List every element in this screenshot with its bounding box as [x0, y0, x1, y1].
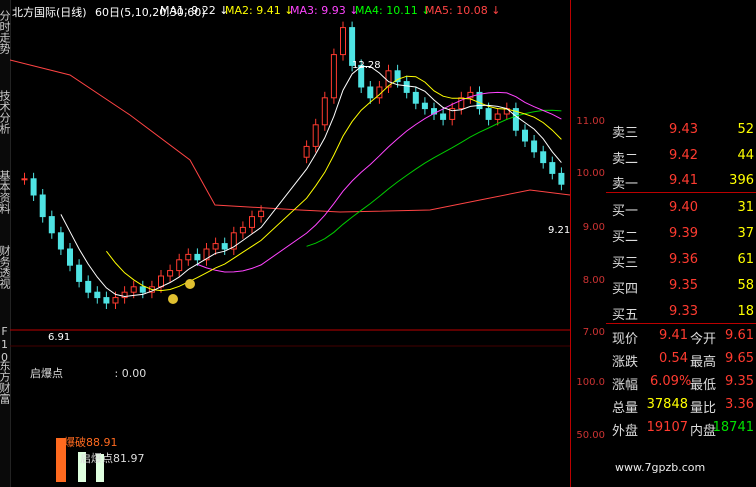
- candle: [112, 297, 119, 304]
- ma5-line: [10, 59, 570, 213]
- candle: [312, 124, 319, 147]
- indicator-value: : 0.00: [114, 367, 147, 380]
- candle: [403, 81, 410, 93]
- signal-marker: [168, 294, 178, 304]
- candle: [48, 216, 55, 234]
- candle: [412, 91, 419, 104]
- candle: [485, 108, 492, 120]
- price-tick: 7.00: [582, 327, 605, 338]
- buy-row-5[interactable]: 买五 9.33 18: [606, 304, 756, 330]
- tab-eastmoney[interactable]: 东方财富: [0, 360, 11, 404]
- candle: [258, 210, 265, 218]
- candle: [158, 275, 164, 288]
- candle: [176, 259, 183, 272]
- candle: [340, 27, 346, 56]
- kline-chart[interactable]: 12.28 6.91 9.21 爆破88.91 启爆点81.97: [10, 0, 570, 487]
- candle: [330, 54, 337, 99]
- ma2-line: [106, 75, 562, 292]
- ma1-line: [60, 66, 562, 298]
- candle: [21, 178, 28, 181]
- buy-row-4[interactable]: 买四 9.35 58: [606, 278, 756, 304]
- candle: [531, 140, 538, 153]
- candle: [221, 243, 228, 250]
- candle: [421, 102, 428, 110]
- quote-panel: 卖三 9.43 52 卖二 9.42 44 卖一 9.41 396 买一 9.4…: [606, 108, 756, 487]
- indicator-name: 启爆点: [30, 367, 63, 380]
- candle: [30, 178, 37, 196]
- price-tick: 11.00: [576, 116, 605, 127]
- tab-financial[interactable]: 财务透视: [0, 245, 11, 289]
- candle: [558, 172, 565, 185]
- quote-row-outer: 外盘 19107 内盘 18741: [612, 420, 754, 438]
- sell-row-3[interactable]: 卖三 9.43 52: [606, 122, 756, 148]
- candle: [540, 151, 547, 164]
- last-annotation: 9.21: [548, 225, 570, 236]
- candle: [321, 97, 328, 126]
- indicator-tick: 50.00: [576, 430, 605, 441]
- candle: [185, 253, 192, 261]
- candle: [76, 264, 83, 282]
- sell-row-2[interactable]: 卖二 9.42 44: [606, 148, 756, 174]
- indicator-title: 启爆点 : 0.00: [30, 365, 146, 381]
- chart-area: 北方国际(日线) 60日(5,10,20,30,60) MA1: 9.22 ↓ …: [10, 0, 570, 487]
- candle: [139, 286, 146, 293]
- indicator-tick: 100.0: [576, 377, 605, 388]
- price-axis: 11.00 10.00 9.00 8.00 7.00 100.0 50.00: [570, 0, 607, 487]
- tab-f10[interactable]: F10: [0, 325, 11, 364]
- signal-marker: [185, 279, 195, 289]
- candle: [549, 162, 556, 174]
- candle: [94, 291, 101, 299]
- candle: [522, 129, 528, 142]
- orderbook-divider: [606, 192, 756, 193]
- candles: [21, 21, 565, 309]
- tab-intraday[interactable]: 分时走势: [0, 10, 11, 54]
- indicator-label: 启爆点81.97: [80, 451, 145, 465]
- candle: [85, 280, 92, 293]
- candle: [249, 216, 255, 228]
- candle: [103, 297, 110, 304]
- high-annotation: 12.28: [352, 60, 381, 71]
- candle: [494, 113, 501, 120]
- quote-divider: [606, 323, 756, 324]
- buy-row-1[interactable]: 买一 9.40 31: [606, 200, 756, 226]
- candle: [194, 253, 201, 261]
- sell-row-1[interactable]: 卖一 9.41 396: [606, 173, 756, 199]
- candle: [303, 145, 310, 158]
- candle: [67, 248, 73, 266]
- candle: [167, 270, 174, 277]
- candle: [440, 113, 447, 120]
- watermark: www.7gpzb.com: [615, 461, 706, 474]
- price-tick: 10.00: [576, 168, 605, 179]
- candle: [39, 194, 46, 218]
- candle: [367, 86, 374, 99]
- candle: [239, 226, 246, 234]
- buy-row-3[interactable]: 买三 9.36 61: [606, 252, 756, 278]
- stock-terminal: 分时走势 技术分析 基本资料 财务透视 F10 东方财富 北方国际(日线) 60…: [0, 0, 756, 487]
- price-tick: 9.00: [582, 222, 605, 233]
- candle: [57, 232, 64, 250]
- buy-row-2[interactable]: 买二 9.39 37: [606, 226, 756, 252]
- candle: [130, 286, 137, 293]
- tab-technical[interactable]: 技术分析: [0, 90, 11, 134]
- candle: [212, 243, 219, 250]
- low-annotation: 6.91: [48, 332, 70, 343]
- indicator-label: 爆破88.91: [64, 435, 118, 449]
- price-tick: 8.00: [582, 275, 605, 286]
- tab-profile[interactable]: 基本资料: [0, 170, 11, 214]
